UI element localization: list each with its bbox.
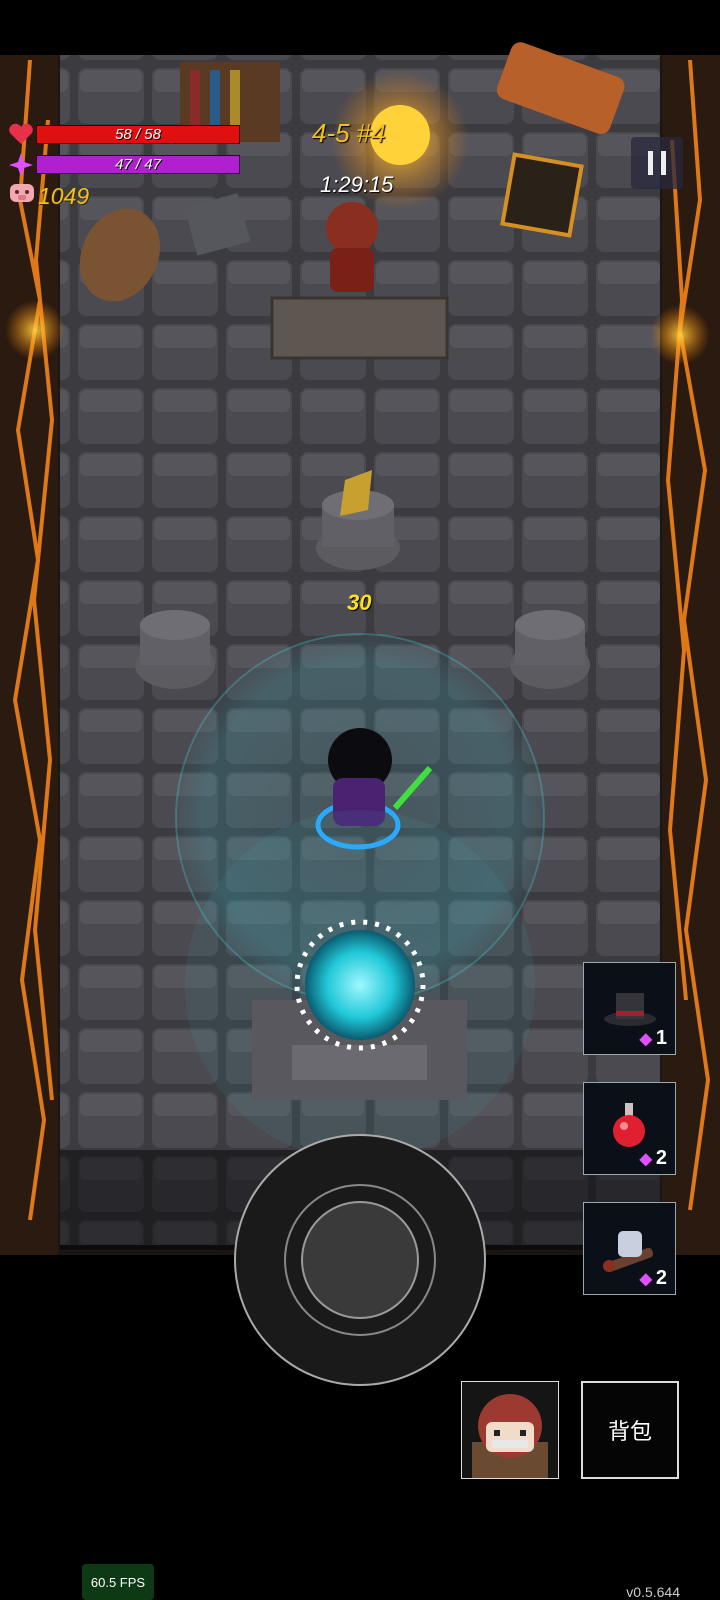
mana-star-icon bbox=[9, 153, 33, 177]
item-count: 2 bbox=[655, 1267, 667, 1289]
pause-button[interactable] bbox=[631, 137, 683, 189]
heart-icon bbox=[9, 123, 33, 144]
gem-icon: ◆ bbox=[639, 1150, 652, 1168]
backpack-label: 背包 bbox=[607, 1419, 652, 1444]
version-label: v0.5.644 bbox=[626, 1584, 680, 1600]
npc-portrait-button[interactable] bbox=[461, 1381, 559, 1479]
gold-counter: 1049 bbox=[38, 183, 90, 209]
item-count: 2 bbox=[655, 1147, 667, 1169]
item-count: 1 bbox=[655, 1027, 667, 1049]
item-slot-device[interactable]: ◆ 2 bbox=[583, 1202, 676, 1295]
backpack-button[interactable]: 背包 bbox=[581, 1381, 679, 1479]
npc-face-avatar bbox=[472, 1394, 548, 1478]
item-slot-hat[interactable]: ◆ 1 bbox=[583, 962, 676, 1055]
level-indicator: 4-5 #4 bbox=[312, 118, 386, 148]
item-slot-potion[interactable]: ◆ 2 bbox=[583, 1082, 676, 1175]
gem-icon: ◆ bbox=[639, 1030, 652, 1048]
run-timer: 1:29:15 bbox=[320, 172, 394, 197]
mana-bar: 47 / 47 bbox=[36, 155, 240, 174]
piggy-bank-icon bbox=[10, 184, 34, 202]
gem-icon: ◆ bbox=[639, 1270, 652, 1288]
virtual-joystick[interactable] bbox=[235, 1135, 485, 1385]
damage-number: 30 bbox=[347, 590, 372, 615]
pause-icon bbox=[644, 151, 670, 175]
fps-counter: 60.5 FPS bbox=[82, 1564, 154, 1600]
health-bar: 58 / 58 bbox=[36, 125, 240, 144]
